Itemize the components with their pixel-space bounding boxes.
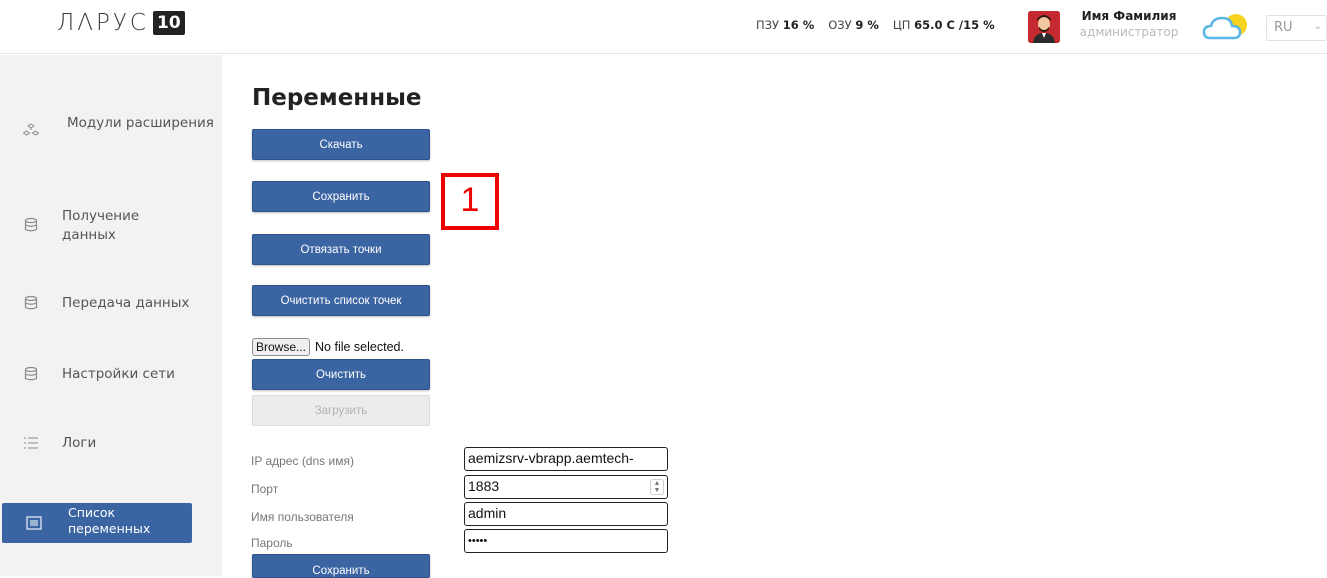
stat-rom-value: 16 % [782, 18, 815, 32]
sidebar-item-label: Получение данных [62, 208, 140, 243]
sidebar-item-label: Логи [62, 435, 97, 451]
annotation-marker: 1 [441, 173, 499, 230]
stat-ram-value: 9 % [855, 18, 879, 32]
download-button[interactable]: Скачать [252, 129, 430, 160]
user-info[interactable]: Имя Фамилия администратор [1070, 9, 1188, 39]
ip-input[interactable]: aemizsrv-vbrapp.aemtech- [464, 447, 668, 471]
stepper-icon[interactable]: ▲ ▼ [650, 479, 664, 495]
list-icon [24, 437, 38, 449]
main-content: Переменные Скачать Сохранить 1 Отвязать … [222, 55, 1327, 578]
port-label: Порт [251, 482, 279, 496]
save-connection-button[interactable]: Сохранить [252, 554, 430, 578]
clear-points-button[interactable]: Очистить список точек [252, 285, 430, 316]
stat-cpu-label: ЦП [892, 18, 911, 32]
password-input[interactable]: ••••• [464, 529, 668, 553]
browse-button[interactable]: Browse... [252, 338, 311, 356]
logo[interactable]: ЛΛРУС 10 [57, 9, 185, 37]
modules-icon [23, 123, 39, 136]
file-picker: Browse... No file selected. [252, 338, 404, 356]
clear-button[interactable]: Очистить [252, 359, 430, 390]
language-select[interactable]: RU ⌄ [1266, 15, 1327, 41]
port-input[interactable]: 1883 ▲ ▼ [464, 475, 668, 499]
system-stats: ПЗУ 16 % ОЗУ 9 % ЦП 65.0 С /15 % [756, 18, 995, 32]
sidebar-item-variables[interactable]: Список переменных [2, 503, 192, 543]
unbind-points-button[interactable]: Отвязать точки [252, 234, 430, 265]
sidebar-item-label: Модули расширения [67, 115, 214, 131]
sidebar-item-label: Передача данных [62, 295, 190, 311]
stat-cpu-value: 65.0 С /15 % [914, 18, 995, 32]
stat-cpu: ЦП 65.0 С /15 % [893, 18, 995, 32]
sidebar: Модули расширения Получение данных Перед… [0, 55, 222, 576]
user-name: Имя Фамилия [1081, 9, 1177, 23]
database-icon [24, 295, 38, 310]
database-icon [24, 217, 38, 232]
save-button[interactable]: Сохранить [252, 181, 430, 212]
database-icon [24, 366, 38, 381]
username-input[interactable]: admin [464, 502, 668, 526]
page-title: Переменные [252, 85, 422, 111]
top-header: ЛΛРУС 10 ПЗУ 16 % ОЗУ 9 % ЦП 65.0 С /15 … [0, 0, 1327, 54]
sidebar-item-label: Настройки сети [62, 366, 175, 382]
avatar[interactable] [1028, 11, 1060, 43]
stat-ram-label: ОЗУ [828, 18, 852, 32]
chevron-down-icon: ⌄ [1313, 21, 1322, 32]
upload-button[interactable]: Загрузить [252, 395, 430, 426]
username-label: Имя пользователя [251, 510, 354, 524]
sidebar-item-label: Список переменных [68, 505, 151, 536]
language-value: RU [1274, 20, 1293, 35]
variables-icon [26, 516, 42, 530]
ip-label: IP адрес (dns имя) [251, 454, 354, 468]
stat-rom: ПЗУ 16 % [756, 18, 814, 32]
stat-rom-label: ПЗУ [756, 18, 780, 32]
port-value: 1883 [468, 478, 500, 494]
password-label: Пароль [251, 536, 293, 550]
logo-text: ЛΛРУС [57, 10, 149, 36]
user-avatar-icon [1028, 11, 1060, 43]
user-role: администратор [1079, 25, 1179, 39]
stat-ram: ОЗУ 9 % [828, 18, 879, 32]
weather-icon [1200, 8, 1256, 46]
file-status: No file selected. [315, 340, 404, 354]
logo-badge: 10 [152, 11, 185, 35]
